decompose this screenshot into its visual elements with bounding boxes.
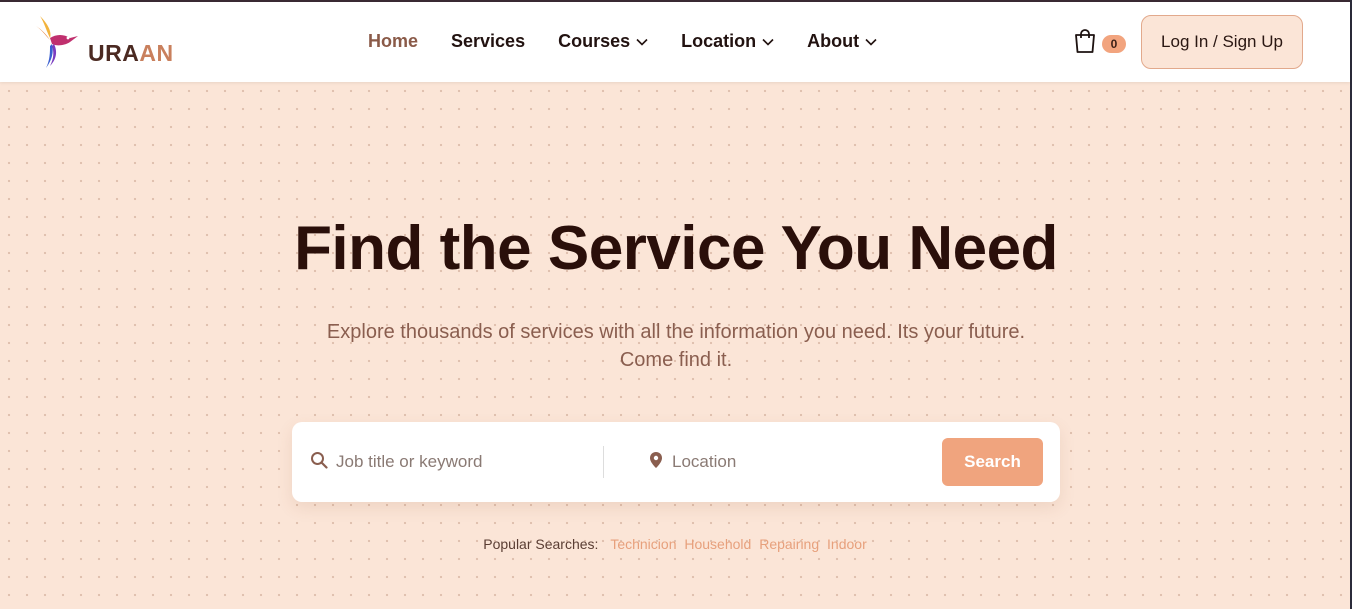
shopping-bag-icon (1073, 28, 1097, 59)
cart-button[interactable]: 0 (1073, 28, 1126, 59)
popular-searches-label: Popular Searches: (483, 536, 599, 552)
location-field (648, 422, 918, 502)
nav-item-location[interactable]: Location (681, 31, 774, 52)
nav-item-label: Home (368, 31, 419, 51)
main-nav: Home Services Courses Location About (368, 31, 910, 52)
top-navbar: URAAN Home Services Courses Location Abo… (0, 2, 1350, 82)
keyword-input[interactable] (336, 452, 576, 472)
search-bar: Search (292, 422, 1060, 502)
nav-item-label: About (807, 31, 860, 51)
search-icon (310, 451, 328, 474)
popular-tag[interactable]: Repairing (759, 536, 819, 552)
brand-logo[interactable]: URAAN (34, 12, 173, 70)
nav-item-home[interactable]: Home (368, 31, 418, 52)
location-input[interactable] (672, 452, 912, 472)
hero-subtitle-line1: Explore thousands of services with all t… (326, 321, 1026, 343)
nav-item-label: Location (681, 31, 757, 51)
popular-tag[interactable]: Household (684, 536, 751, 552)
cart-count-badge: 0 (1102, 34, 1126, 53)
hero-subtitle: Explore thousands of services with all t… (0, 318, 1352, 374)
keyword-field (310, 422, 590, 502)
nav-item-label: Services (451, 31, 526, 51)
map-pin-icon (648, 451, 664, 474)
brand-name-part1: URA (88, 40, 140, 66)
nav-item-about[interactable]: About (807, 31, 877, 52)
brand-name-part2: AN (139, 40, 174, 66)
search-button[interactable]: Search (942, 438, 1043, 486)
popular-searches: Popular Searches: Technicion Household R… (0, 536, 1352, 552)
popular-tag[interactable]: Indoor (827, 536, 867, 552)
hero-section: Find the Service You Need Explore thousa… (0, 82, 1350, 609)
hero-title: Find the Service You Need (294, 214, 1058, 283)
chevron-down-icon (762, 38, 774, 46)
login-signup-button[interactable]: Log In / Sign Up (1141, 15, 1303, 69)
brand-name: URAAN (88, 40, 174, 67)
search-divider (603, 446, 604, 478)
chevron-down-icon (865, 38, 877, 46)
hero-subtitle-line2: Come find it. (619, 349, 733, 371)
chevron-down-icon (636, 38, 648, 46)
nav-item-courses[interactable]: Courses (558, 31, 648, 52)
nav-item-label: Courses (558, 31, 631, 51)
hummingbird-logo-icon (36, 16, 78, 68)
popular-tag[interactable]: Technicion (610, 536, 676, 552)
nav-item-services[interactable]: Services (451, 31, 525, 52)
